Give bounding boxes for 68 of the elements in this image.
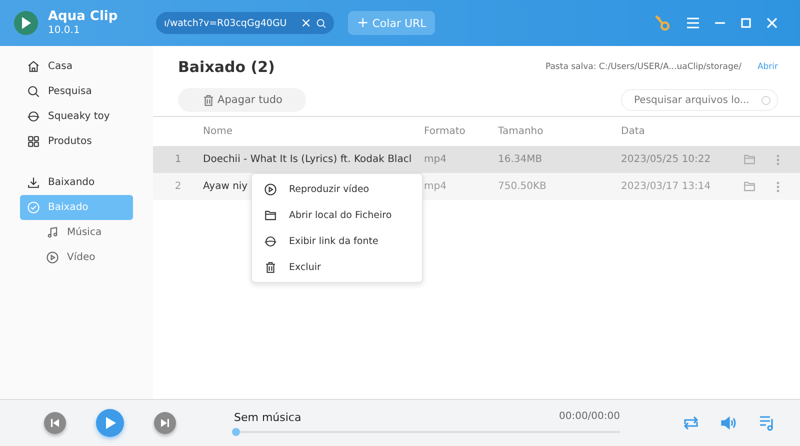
- menu-icon[interactable]: [686, 17, 700, 29]
- file-date: 2023/05/25 10:22: [621, 154, 712, 165]
- folder-icon: [743, 180, 756, 193]
- menu-item[interactable]: Reproduzir vídeo: [252, 176, 422, 202]
- grid-icon: [27, 135, 40, 148]
- app-name: Aqua Clip: [48, 10, 118, 25]
- page-title: Baixado (2): [178, 58, 275, 76]
- url-text: ı/watch?v=R03cqGg40GU: [164, 18, 288, 28]
- play-circle-icon: [46, 251, 59, 264]
- more-icon[interactable]: [776, 180, 780, 192]
- trash-icon: [264, 260, 277, 274]
- file-name: Ayaw niy: [203, 181, 248, 192]
- sidebar-item[interactable]: Produtos: [20, 129, 133, 154]
- app-logo-icon: [14, 10, 38, 35]
- file-size: 16.34MB: [498, 154, 544, 165]
- repeat-icon[interactable]: [682, 415, 700, 431]
- column-header: Nome: [203, 126, 234, 137]
- row-number: 1: [174, 154, 182, 165]
- column-header: Tamanho: [498, 126, 544, 137]
- menu-item[interactable]: Abrir local do Ficheiro: [252, 202, 422, 228]
- planet-icon: [264, 234, 277, 248]
- table-row[interactable]: 1 Doechii - What It Is (Lyrics) ft. Kodak Blacl mp4 16.34MB 2023/05/25 10:22: [153, 146, 800, 173]
- file-date: 2023/03/17 13:14: [621, 181, 712, 192]
- skip-forward-icon: [160, 418, 170, 428]
- planet-icon: [27, 110, 40, 123]
- menu-item[interactable]: Excluir: [252, 254, 422, 280]
- sidebar-item[interactable]: Squeaky toy: [20, 104, 133, 129]
- next-button[interactable]: [154, 412, 176, 434]
- previous-button[interactable]: [44, 412, 66, 434]
- app-version: 10.0.1: [48, 24, 81, 36]
- home-icon: [27, 60, 40, 73]
- delete-all-button[interactable]: Apagar tudo: [178, 88, 306, 112]
- sidebar-subitem[interactable]: Vídeo: [20, 245, 133, 270]
- play-button[interactable]: [96, 409, 124, 437]
- save-folder-path: Pasta salva: C:/Users/USER/A...uaClip/storage/: [545, 62, 742, 72]
- folder-icon: [743, 153, 756, 166]
- sidebar-item[interactable]: Casa: [20, 54, 133, 79]
- maximize-icon[interactable]: [740, 17, 752, 29]
- file-name: Doechii - What It Is (Lyrics) ft. Kodak Blacl: [203, 154, 412, 165]
- trash-icon: [202, 94, 215, 106]
- folder-icon: [264, 208, 277, 222]
- volume-icon[interactable]: [720, 415, 738, 431]
- check-circle-icon: [27, 201, 40, 214]
- sidebar-item[interactable]: Pesquisa: [20, 79, 133, 104]
- download-icon: [27, 176, 40, 189]
- play-circle-icon: [264, 182, 277, 196]
- column-header: Formato: [424, 126, 466, 137]
- file-format: mp4: [424, 181, 448, 192]
- more-icon[interactable]: [776, 154, 780, 166]
- close-icon[interactable]: [766, 17, 778, 29]
- clear-icon[interactable]: ×: [300, 16, 312, 30]
- menu-item[interactable]: Exibir link da fonte: [252, 228, 422, 254]
- file-format: mp4: [424, 154, 448, 165]
- file-size: 750.50KB: [498, 181, 548, 192]
- search-field[interactable]: Pesquisar arquivos lo...: [621, 89, 778, 111]
- skip-back-icon: [50, 418, 60, 428]
- sidebar-subitem[interactable]: Música: [20, 220, 133, 245]
- playlist-icon[interactable]: [758, 415, 776, 431]
- play-icon: [103, 416, 117, 430]
- row-number: 2: [174, 181, 182, 192]
- url-field[interactable]: ı/watch?v=R03cqGg40GU ×: [156, 12, 334, 34]
- sidebar-item[interactable]: Baixando: [20, 170, 133, 195]
- music-note-icon: [46, 226, 59, 239]
- key-icon[interactable]: [654, 14, 672, 32]
- progress-thumb[interactable]: [232, 428, 240, 436]
- column-header: Data: [621, 126, 646, 137]
- track-title: Sem música: [234, 410, 302, 424]
- track-time: 00:00/00:00: [558, 410, 620, 424]
